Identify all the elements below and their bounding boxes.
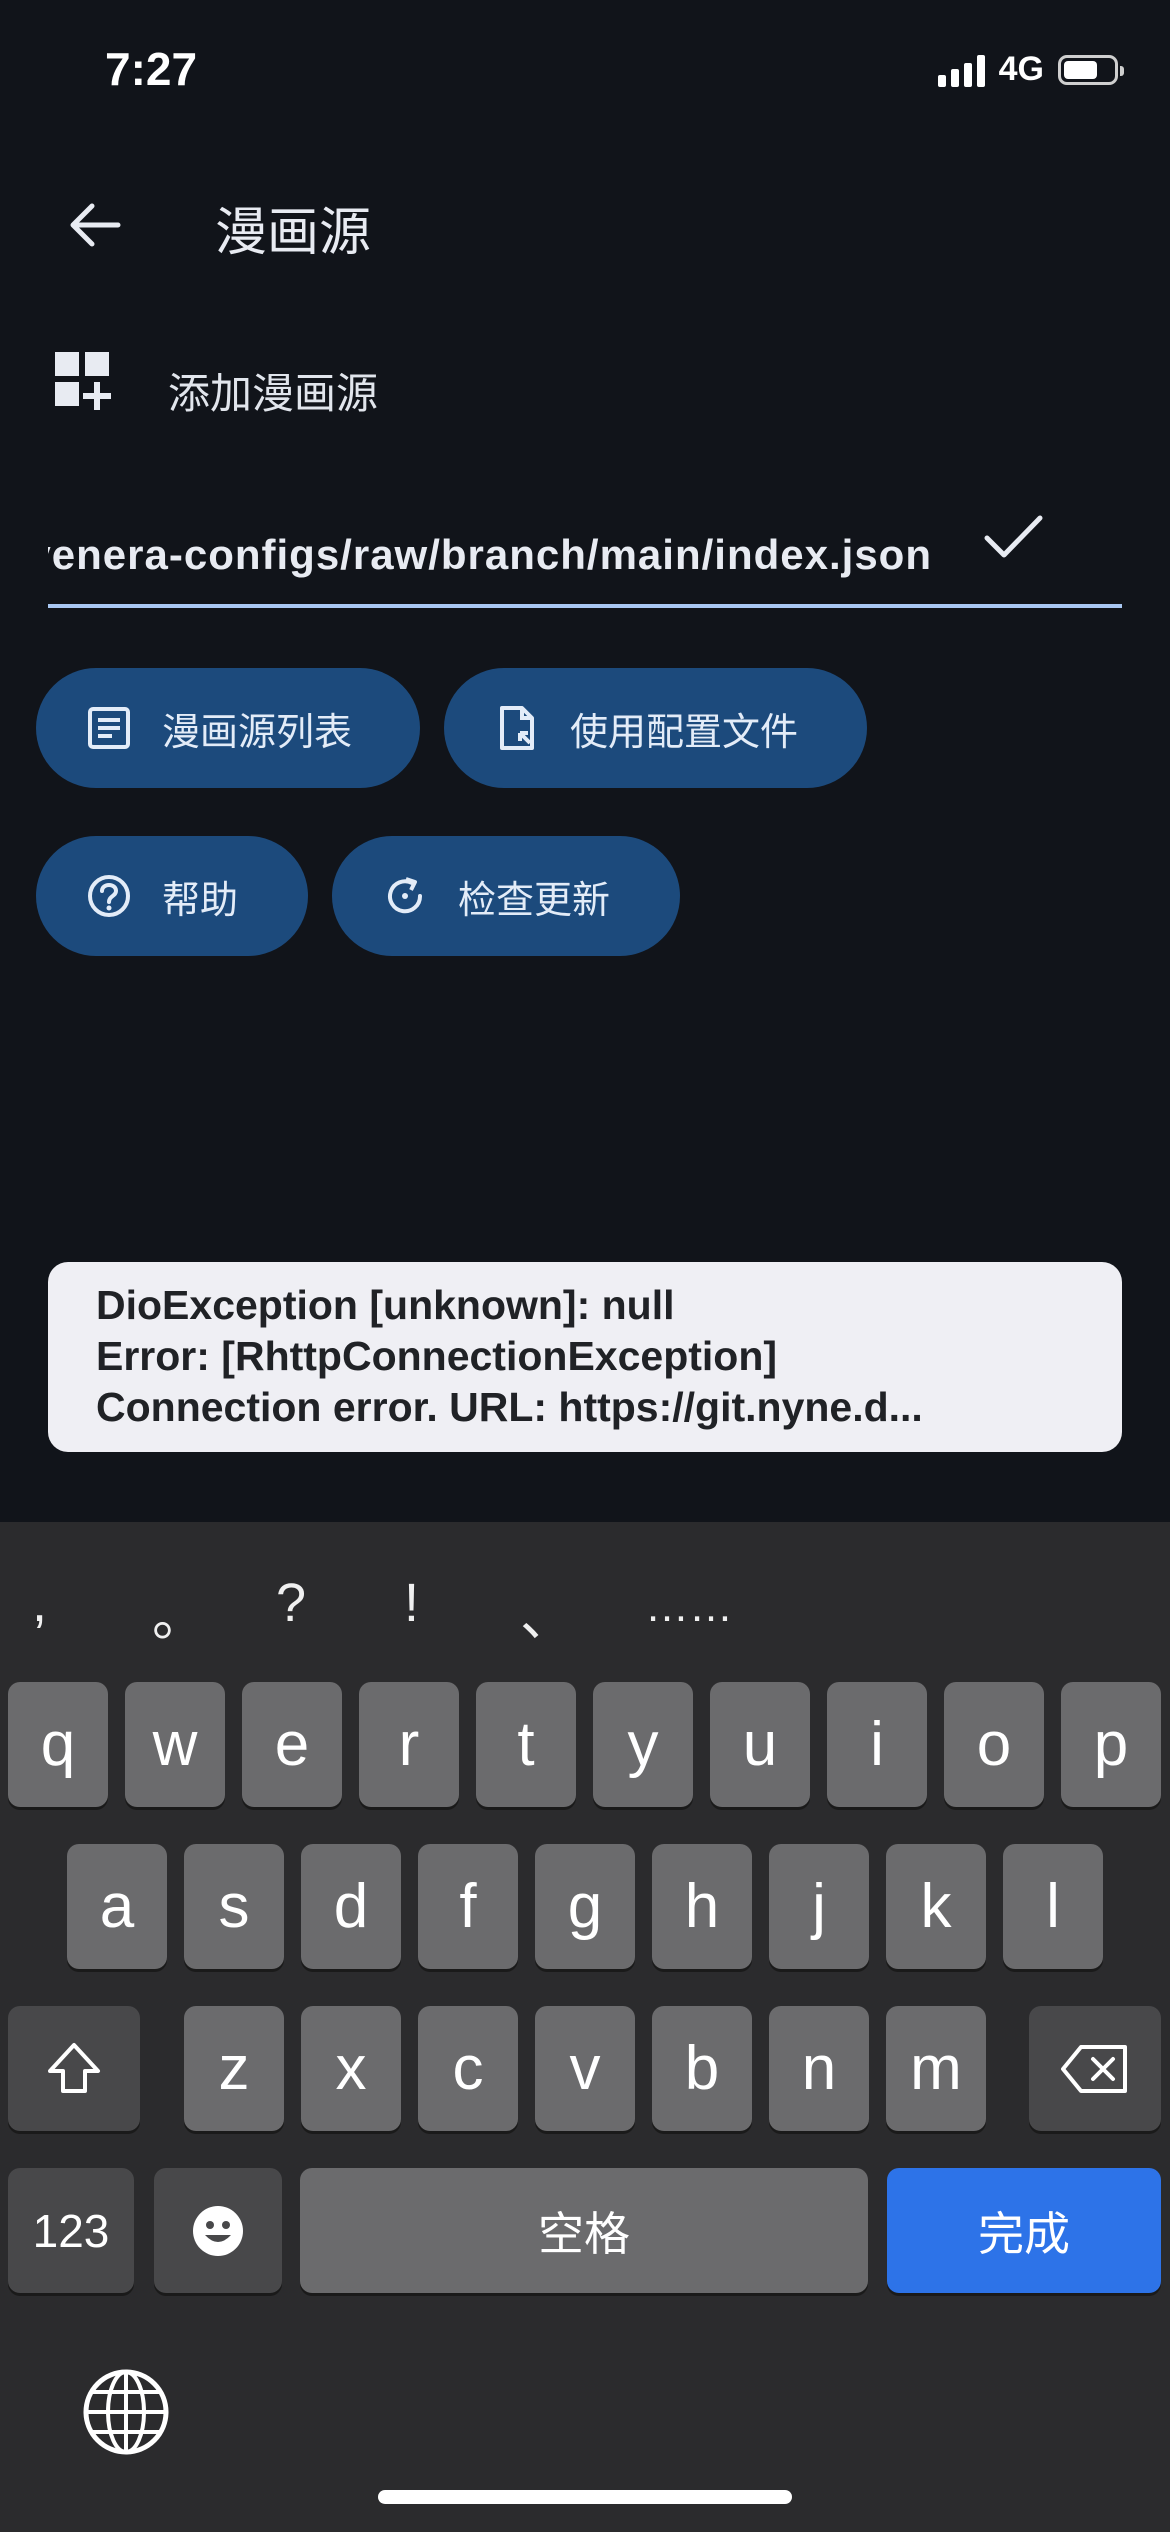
key-s[interactable]: s xyxy=(184,1844,284,1969)
backspace-icon xyxy=(1061,2044,1127,2093)
key-r[interactable]: r xyxy=(359,1682,459,1807)
source-list-label: 漫画源列表 xyxy=(162,709,353,754)
key-i[interactable]: i xyxy=(827,1682,927,1807)
status-time: 7:27 xyxy=(105,43,198,95)
suggestion-comma[interactable]: , xyxy=(32,1572,47,1634)
use-config-file-label: 使用配置文件 xyxy=(570,709,799,754)
backspace-key[interactable] xyxy=(1029,2006,1161,2131)
key-e[interactable]: e xyxy=(242,1682,342,1807)
key-t[interactable]: t xyxy=(476,1682,576,1807)
list-document-icon xyxy=(88,707,130,749)
key-p[interactable]: p xyxy=(1061,1682,1161,1807)
check-update-button[interactable]: 检查更新 xyxy=(332,836,680,956)
key-x[interactable]: x xyxy=(301,2006,401,2131)
key-n[interactable]: n xyxy=(769,2006,869,2131)
battery-icon xyxy=(1058,54,1124,85)
status-indicators: 4G xyxy=(937,50,1124,89)
source-url-value: https://git.nyne.dev/nyne/venera-configs… xyxy=(48,531,932,578)
add-source-label: 添加漫画源 xyxy=(168,369,379,418)
globe-icon[interactable] xyxy=(82,2368,170,2456)
add-grid-icon xyxy=(55,352,111,410)
refresh-icon xyxy=(388,877,423,914)
key-k[interactable]: k xyxy=(886,1844,986,1969)
toast-line-1: DioException [unknown]: null xyxy=(96,1282,675,1328)
key-h[interactable]: h xyxy=(652,1844,752,1969)
source-list-button[interactable]: 漫画源列表 xyxy=(36,668,420,788)
key-v[interactable]: v xyxy=(535,2006,635,2131)
toast-line-2: Error: [RhttpConnectionException] xyxy=(96,1333,778,1379)
key-m[interactable]: m xyxy=(886,2006,986,2131)
back-arrow-icon[interactable] xyxy=(60,190,130,260)
help-label: 帮助 xyxy=(162,877,239,922)
help-circle-icon xyxy=(88,875,130,917)
suggestion-question[interactable]: ? xyxy=(276,1572,306,1634)
key-o[interactable]: o xyxy=(944,1682,1044,1807)
suggestion-period[interactable]: 。 xyxy=(152,1572,206,1651)
use-config-file-button[interactable]: 使用配置文件 xyxy=(444,668,867,788)
home-indicator[interactable] xyxy=(378,2490,792,2504)
done-key[interactable]: 完成 xyxy=(887,2168,1161,2293)
keyboard: , 。 ? ! 、 …… q w e r t y u i o p a s d f… xyxy=(0,1522,1170,2532)
source-url-input[interactable]: https://git.nyne.dev/nyne/venera-configs… xyxy=(48,505,1122,608)
key-z[interactable]: z xyxy=(184,2006,284,2131)
key-q[interactable]: q xyxy=(8,1682,108,1807)
key-a[interactable]: a xyxy=(67,1844,167,1969)
toast-line-3: Connection error. URL: https://git.nyne.… xyxy=(96,1384,923,1430)
emoji-key[interactable] xyxy=(154,2168,282,2293)
check-update-label: 检查更新 xyxy=(458,877,611,922)
error-toast: DioException [unknown]: null Error: [Rht… xyxy=(48,1262,1122,1452)
key-y[interactable]: y xyxy=(593,1682,693,1807)
numbers-key[interactable]: 123 xyxy=(8,2168,134,2293)
suggestion-ellipsis[interactable]: …… xyxy=(645,1582,733,1632)
emoji-icon xyxy=(193,2205,243,2256)
space-key[interactable]: 空格 xyxy=(300,2168,868,2293)
shift-icon xyxy=(48,2042,100,2093)
confirm-check-icon[interactable] xyxy=(982,510,1047,565)
help-button[interactable]: 帮助 xyxy=(36,836,308,956)
key-w[interactable]: w xyxy=(125,1682,225,1807)
network-type: 4G xyxy=(998,50,1044,88)
suggestion-dun[interactable]: 、 xyxy=(520,1572,574,1651)
key-f[interactable]: f xyxy=(418,1844,518,1969)
page-title: 漫画源 xyxy=(215,203,372,263)
signal-icon xyxy=(937,53,985,87)
key-c[interactable]: c xyxy=(418,2006,518,2131)
suggestion-exclaim[interactable]: ! xyxy=(404,1572,419,1634)
key-u[interactable]: u xyxy=(710,1682,810,1807)
key-g[interactable]: g xyxy=(535,1844,635,1969)
key-j[interactable]: j xyxy=(769,1844,869,1969)
file-open-icon xyxy=(500,706,534,750)
key-d[interactable]: d xyxy=(301,1844,401,1969)
shift-key[interactable] xyxy=(8,2006,140,2131)
key-l[interactable]: l xyxy=(1003,1844,1103,1969)
key-b[interactable]: b xyxy=(652,2006,752,2131)
